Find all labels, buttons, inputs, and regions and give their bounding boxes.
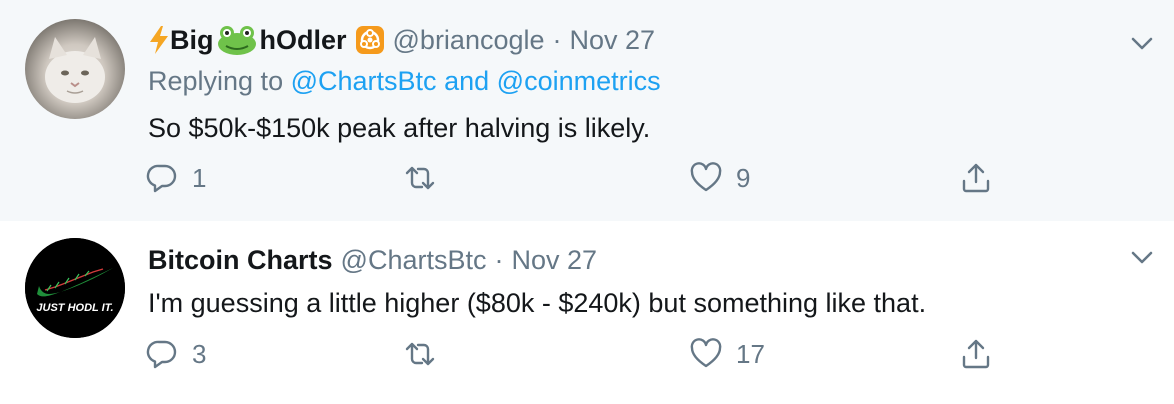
- replying-to: Replying to @ChartsBtc and @coinmetrics: [148, 66, 661, 97]
- like-button[interactable]: 17: [690, 338, 765, 370]
- tweet-chartsbtc[interactable]: JUST HODL IT. Bitcoin Charts @ChartsBtc …: [0, 221, 1174, 404]
- retweet-button[interactable]: [404, 162, 450, 194]
- like-button[interactable]: 9: [690, 162, 750, 194]
- chevron-down-icon[interactable]: [1128, 243, 1156, 271]
- chevron-down-icon[interactable]: [1128, 29, 1156, 57]
- tweet-header: Bitcoin Charts @ChartsBtc · Nov 27: [148, 245, 597, 276]
- display-name-part2: hOdler: [259, 24, 347, 55]
- retweet-icon: [405, 166, 435, 190]
- share-icon: [962, 339, 990, 369]
- reply-count: 3: [192, 338, 207, 369]
- replying-user-coinmetrics[interactable]: @coinmetrics: [497, 66, 661, 96]
- tweet-text: I'm guessing a little higher ($80k - $24…: [148, 288, 927, 318]
- reply-icon: [146, 340, 177, 369]
- tweet-text: So $50k-$150k peak after halving is like…: [148, 113, 651, 143]
- tweet-date[interactable]: Nov 27: [570, 25, 656, 56]
- share-button[interactable]: [960, 338, 992, 370]
- tweet-actions: 3 17: [0, 338, 1174, 378]
- display-name-part1: Big: [170, 24, 214, 55]
- display-name[interactable]: Bitcoin Charts: [148, 245, 333, 276]
- replying-user-chartsbtc[interactable]: @ChartsBtc: [291, 66, 437, 96]
- frog-icon: [217, 26, 256, 55]
- handle[interactable]: @ChartsBtc: [341, 245, 487, 276]
- reply-icon: [146, 164, 177, 193]
- share-button[interactable]: [960, 162, 992, 194]
- reply-count: 1: [192, 162, 207, 193]
- avatar[interactable]: JUST HODL IT.: [25, 238, 125, 338]
- tweet-actions: 1 9: [0, 162, 1174, 202]
- heart-icon: [690, 338, 722, 368]
- retweet-button[interactable]: [404, 338, 450, 370]
- like-count: 9: [736, 162, 751, 193]
- tweet-briancogle[interactable]: Big hOdler @briancogle · Nov 27 Replying…: [0, 0, 1174, 221]
- like-count: 17: [736, 338, 765, 369]
- biohazard-icon: [355, 26, 384, 54]
- replying-and[interactable]: and: [444, 66, 489, 96]
- separator-dot: ·: [552, 24, 562, 55]
- handle[interactable]: @briancogle: [393, 25, 545, 56]
- just-hodl-it-avatar-image: JUST HODL IT.: [25, 238, 125, 338]
- avatar-text: JUST HODL IT.: [36, 302, 113, 314]
- heart-icon: [690, 162, 722, 192]
- display-name[interactable]: Big hOdler: [148, 24, 385, 56]
- share-icon: [962, 163, 990, 193]
- reply-button[interactable]: 3: [146, 338, 206, 370]
- separator-dot: ·: [494, 245, 504, 275]
- replying-prefix: Replying to: [148, 66, 284, 96]
- lightning-icon: [150, 26, 168, 54]
- cat-avatar-image: [45, 37, 105, 103]
- reply-button[interactable]: 1: [146, 162, 206, 194]
- avatar[interactable]: [25, 19, 125, 119]
- retweet-icon: [405, 342, 435, 366]
- tweet-header: Big hOdler @briancogle · Nov 27: [148, 24, 655, 56]
- tweet-date[interactable]: Nov 27: [511, 245, 597, 276]
